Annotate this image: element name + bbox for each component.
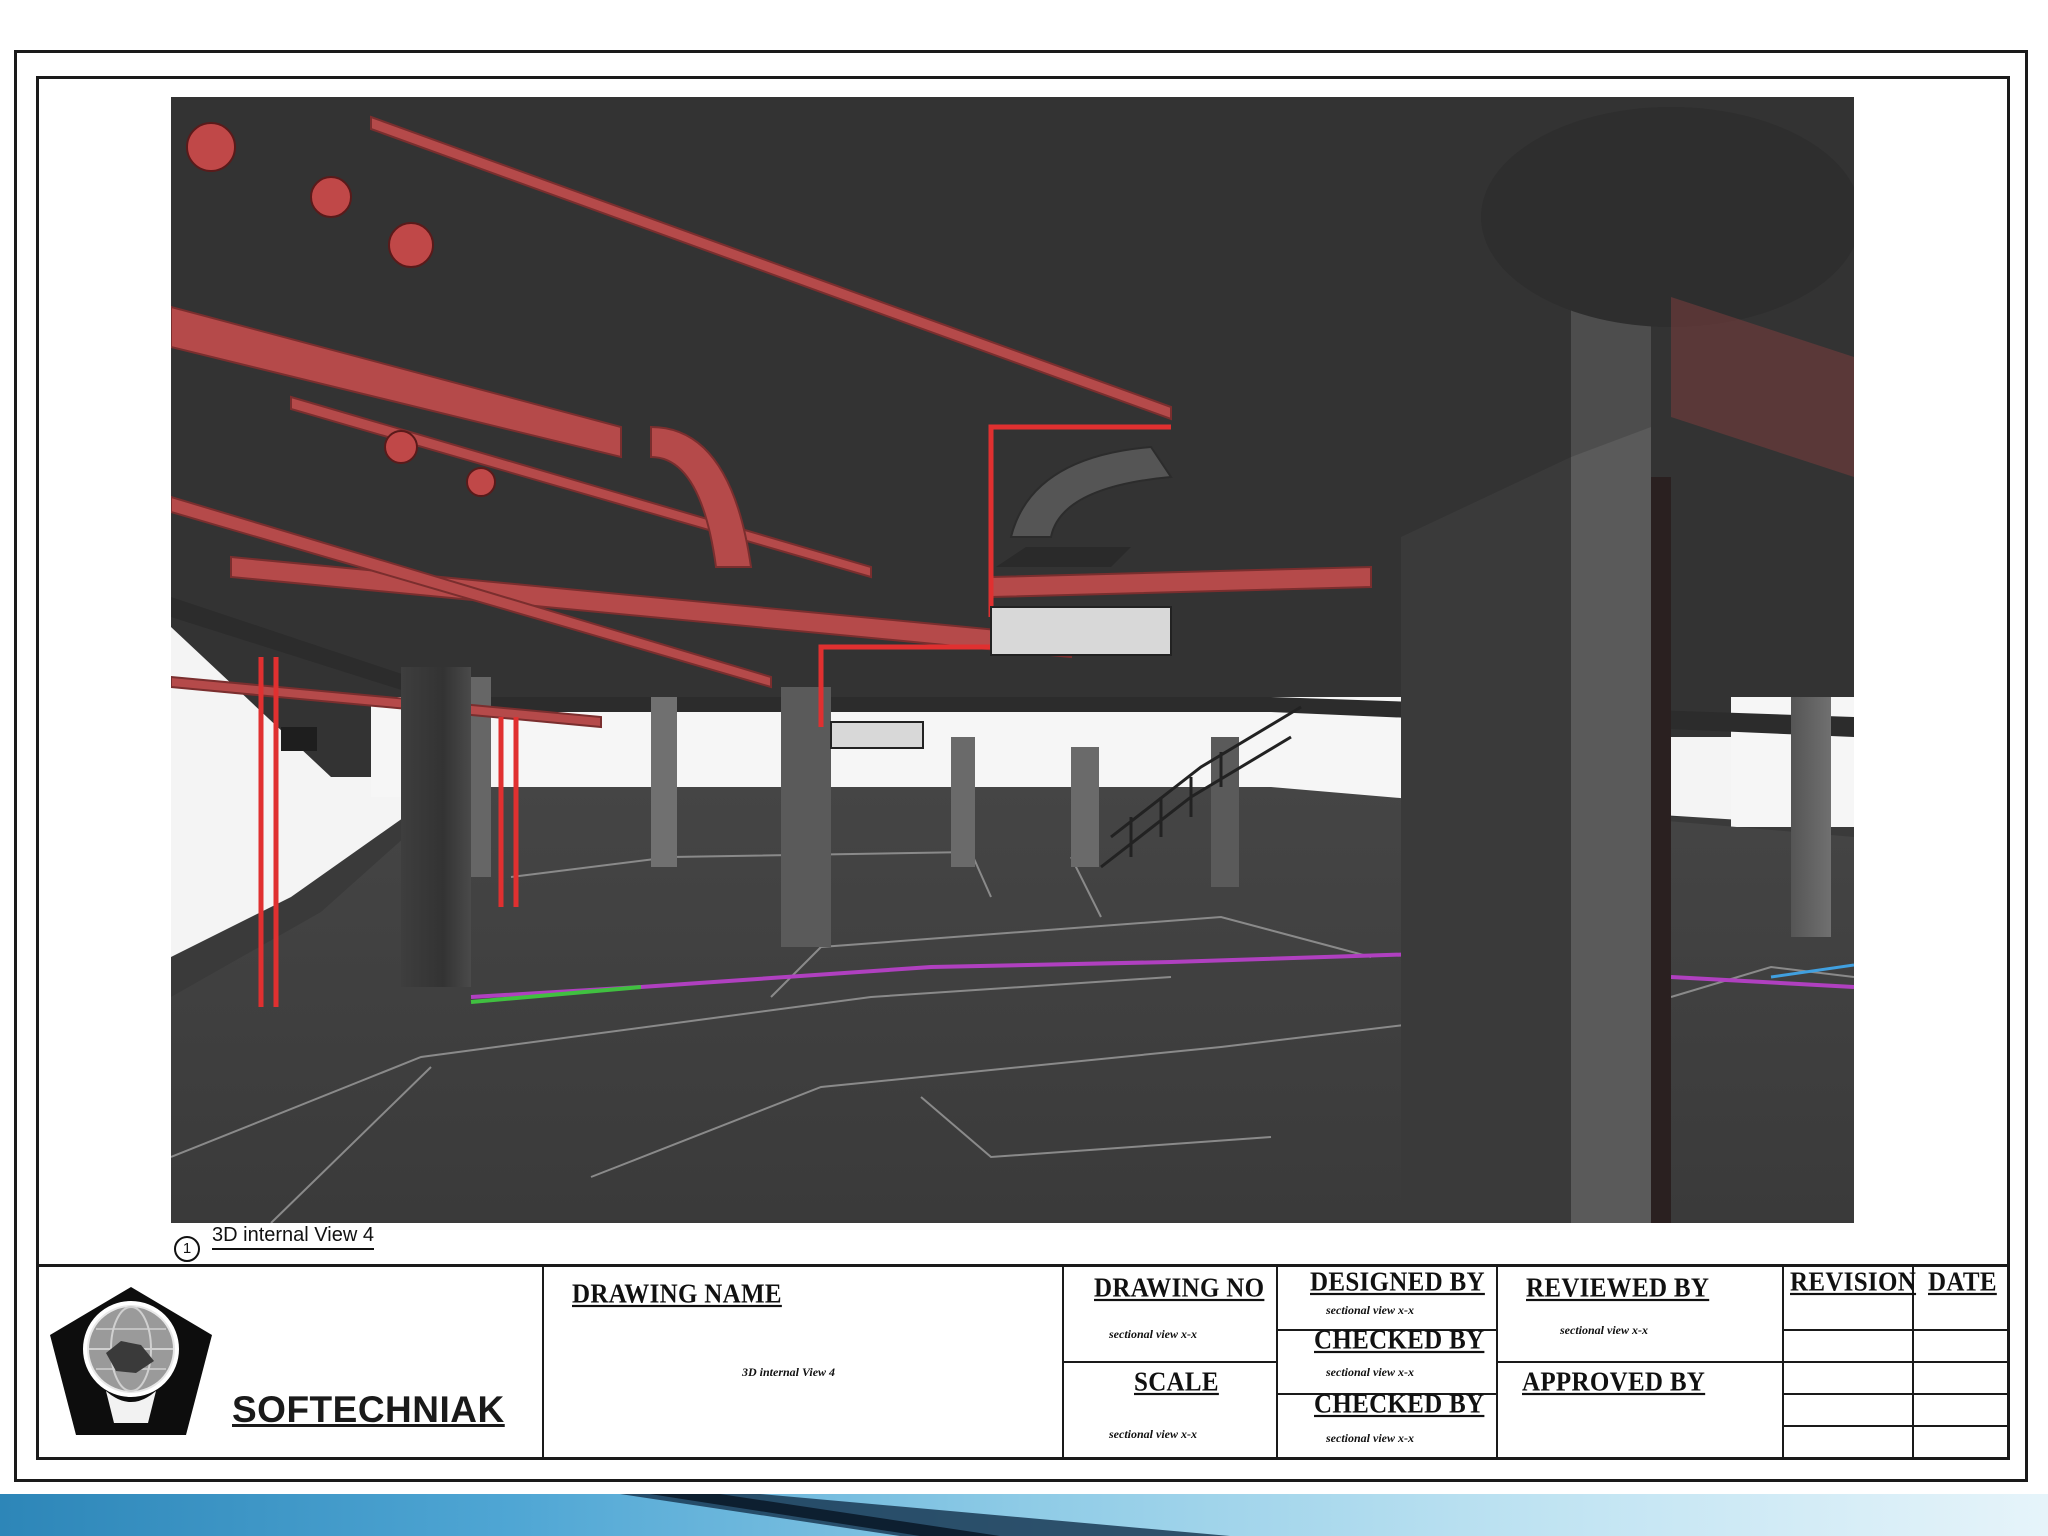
divider	[542, 1267, 544, 1460]
view-number-marker: 1	[174, 1236, 200, 1262]
approved-by-label: APPROVED BY	[1522, 1367, 1706, 1398]
divider	[1062, 1267, 1064, 1460]
reviewed-by-value: sectional view x-x	[1560, 1323, 1648, 1337]
divider	[1276, 1267, 1278, 1460]
divider	[1496, 1267, 1498, 1460]
view-title: 3D internal View 4	[212, 1224, 374, 1250]
drawing-no-label: DRAWING NO	[1094, 1273, 1265, 1304]
divider	[1782, 1267, 1784, 1460]
divider	[1782, 1329, 2010, 1331]
render-illustration	[171, 97, 1854, 1223]
date-label: DATE	[1928, 1267, 1997, 1298]
checked-by-value-1: sectional view x-x	[1326, 1365, 1414, 1379]
company-name: SOFTECHNIAK	[232, 1389, 505, 1430]
divider	[1062, 1361, 1276, 1363]
company-logo-area: SOFTECHNIAK	[36, 1267, 542, 1460]
scale-value: sectional view x-x	[1109, 1427, 1197, 1441]
scale-label: SCALE	[1134, 1367, 1219, 1398]
divider	[1496, 1361, 1782, 1363]
designed-by-label: DESIGNED BY	[1310, 1267, 1485, 1298]
revision-label: REVISION	[1790, 1267, 1917, 1298]
drawing-no-value: sectional view x-x	[1109, 1327, 1197, 1341]
reviewed-by-label: REVIEWED BY	[1526, 1273, 1710, 1304]
divider	[1782, 1393, 2010, 1395]
checked-by-value-2: sectional view x-x	[1326, 1431, 1414, 1445]
drawing-name-label: DRAWING NAME	[572, 1279, 782, 1310]
3d-render-view	[171, 97, 1854, 1223]
drawing-name-value: 3D internal View 4	[742, 1365, 836, 1379]
title-block: SOFTECHNIAK DRAWING NAME 3D internal Vie…	[36, 1264, 2010, 1460]
checked-by-label-1: CHECKED BY	[1314, 1325, 1485, 1356]
footer-wedge-shape	[620, 1494, 1230, 1536]
checked-by-label-2: CHECKED BY	[1314, 1389, 1485, 1420]
slide-footer-band	[0, 1494, 2048, 1536]
divider	[1782, 1361, 2010, 1363]
globe-shield-logo-icon	[50, 1287, 212, 1435]
designed-by-value: sectional view x-x	[1326, 1303, 1414, 1317]
divider	[1782, 1425, 2010, 1427]
